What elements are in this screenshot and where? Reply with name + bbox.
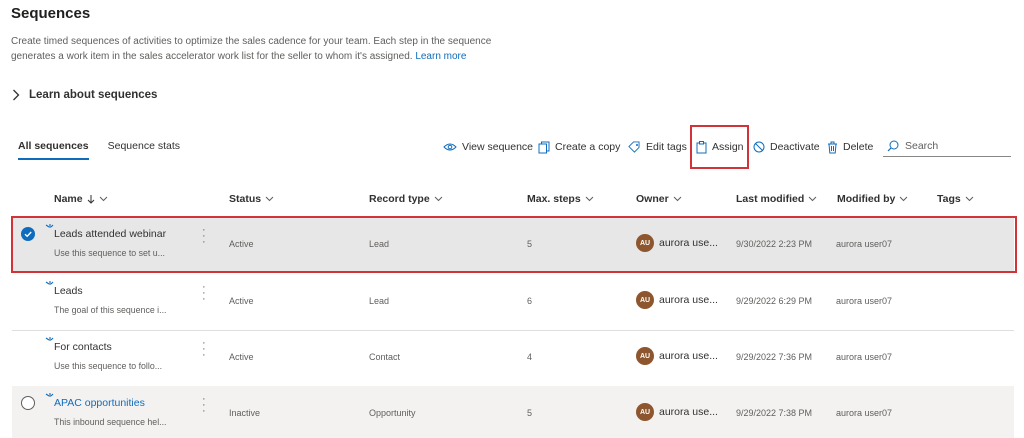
column-header-modified-by[interactable]: Modified by	[837, 193, 908, 205]
search-input[interactable]	[905, 139, 1005, 152]
table-row[interactable]: Leads The goal of this sequence i... · · · Ac…	[12, 274, 1014, 329]
create-copy-label: Create a copy	[555, 141, 621, 153]
last-modified-cell: 9/29/2022 7:38 PM	[736, 408, 813, 418]
deactivate-button[interactable]: Deactivate	[753, 134, 820, 160]
last-modified-cell: 9/29/2022 7:36 PM	[736, 352, 813, 362]
last-modified-cell: 9/29/2022 6:29 PM	[736, 296, 813, 306]
column-modified-by-label: Modified by	[837, 193, 896, 205]
column-header-tags[interactable]: Tags	[937, 193, 974, 205]
tag-icon	[628, 141, 640, 153]
column-header-owner[interactable]: Owner	[636, 193, 682, 205]
owner-cell[interactable]: aurora use...	[659, 406, 718, 418]
delete-label: Delete	[843, 141, 874, 153]
create-copy-button[interactable]: Create a copy	[538, 134, 620, 160]
column-header-last-modified[interactable]: Last modified	[736, 193, 817, 205]
modified-by-cell: aurora user07	[836, 296, 893, 306]
more-options-icon[interactable]: · · ·	[202, 394, 206, 417]
status-cell: Active	[229, 352, 254, 362]
column-header-status[interactable]: Status	[229, 193, 274, 205]
learn-more-link[interactable]: Learn more	[415, 51, 466, 62]
max-steps-cell: 4	[527, 352, 533, 362]
status-cell: Inactive	[229, 408, 261, 418]
chevron-down-icon	[899, 196, 908, 202]
column-last-modified-label: Last modified	[736, 193, 805, 205]
learn-about-label: Learn about sequences	[29, 89, 158, 101]
modified-by-cell: aurora user07	[836, 352, 893, 362]
search-icon	[887, 140, 899, 151]
column-header-record-type[interactable]: Record type	[369, 193, 443, 205]
avatar: AU	[636, 403, 654, 421]
column-max-steps-label: Max. steps	[527, 193, 581, 205]
more-options-icon[interactable]: · · ·	[202, 338, 206, 361]
copy-icon	[538, 141, 550, 153]
sequence-name[interactable]: For contacts	[54, 341, 112, 353]
tab-all-sequences[interactable]: All sequences	[18, 140, 89, 160]
chevron-right-icon	[13, 89, 20, 101]
assign-highlight-box	[690, 125, 749, 169]
record-type-cell: Lead	[369, 296, 390, 306]
record-type-cell: Contact	[369, 352, 401, 362]
eye-icon	[443, 143, 457, 151]
owner-cell[interactable]: aurora use...	[659, 294, 718, 306]
max-steps-cell: 5	[527, 408, 533, 418]
edit-tags-label: Edit tags	[646, 141, 687, 153]
status-cell: Active	[229, 296, 254, 306]
chevron-down-icon	[99, 196, 107, 202]
column-tags-label: Tags	[937, 193, 961, 205]
sequence-description: The goal of this sequence i...	[54, 305, 167, 315]
column-header-max-steps[interactable]: Max. steps	[527, 193, 594, 205]
page-description: Create timed sequences of activities to …	[11, 34, 511, 64]
column-owner-label: Owner	[636, 193, 669, 205]
chevron-down-icon	[808, 196, 817, 202]
chevron-down-icon	[965, 196, 974, 202]
tab-sequence-stats[interactable]: Sequence stats	[108, 140, 180, 160]
sequence-name[interactable]: APAC opportunities	[54, 397, 145, 409]
avatar: AU	[636, 291, 654, 309]
column-header-name[interactable]: Name	[54, 193, 108, 205]
page-title: Sequences	[11, 5, 91, 22]
sequence-description: Use this sequence to follo...	[54, 361, 163, 371]
sequence-description: This inbound sequence hel...	[54, 417, 167, 427]
table-header: Name Status Record type Max. steps Owner…	[0, 188, 1024, 212]
selected-row-highlight-box	[11, 216, 1017, 273]
view-sequence-label: View sequence	[462, 141, 534, 153]
chevron-down-icon	[265, 196, 274, 202]
max-steps-cell: 6	[527, 296, 533, 306]
chevron-down-icon	[673, 196, 682, 202]
column-record-type-label: Record type	[369, 193, 430, 205]
search-box[interactable]	[883, 135, 1011, 157]
tab-bar: All sequences Sequence stats	[18, 140, 180, 160]
table-row[interactable]: APAC opportunities This inbound sequence …	[12, 386, 1014, 438]
deactivate-label: Deactivate	[770, 141, 820, 153]
delete-button[interactable]: Delete	[827, 134, 873, 160]
column-name-label: Name	[54, 193, 83, 205]
sequence-name[interactable]: Leads	[54, 285, 83, 297]
learn-about-sequences[interactable]: Learn about sequences	[12, 89, 157, 101]
column-status-label: Status	[229, 193, 262, 205]
chevron-down-icon	[585, 196, 594, 202]
chevron-down-icon	[434, 196, 443, 202]
table-row[interactable]: For contacts Use this sequence to follo..…	[12, 330, 1014, 385]
row-checkbox[interactable]	[21, 396, 35, 410]
edit-tags-button[interactable]: Edit tags	[628, 134, 687, 160]
block-icon	[753, 141, 765, 153]
view-sequence-button[interactable]: View sequence	[443, 134, 533, 160]
record-type-cell: Opportunity	[369, 408, 416, 418]
arrow-down-icon	[87, 195, 94, 204]
avatar: AU	[636, 347, 654, 365]
owner-cell[interactable]: aurora use...	[659, 350, 718, 362]
more-options-icon[interactable]: · · ·	[202, 282, 206, 305]
modified-by-cell: aurora user07	[836, 408, 893, 418]
trash-icon	[828, 141, 837, 153]
